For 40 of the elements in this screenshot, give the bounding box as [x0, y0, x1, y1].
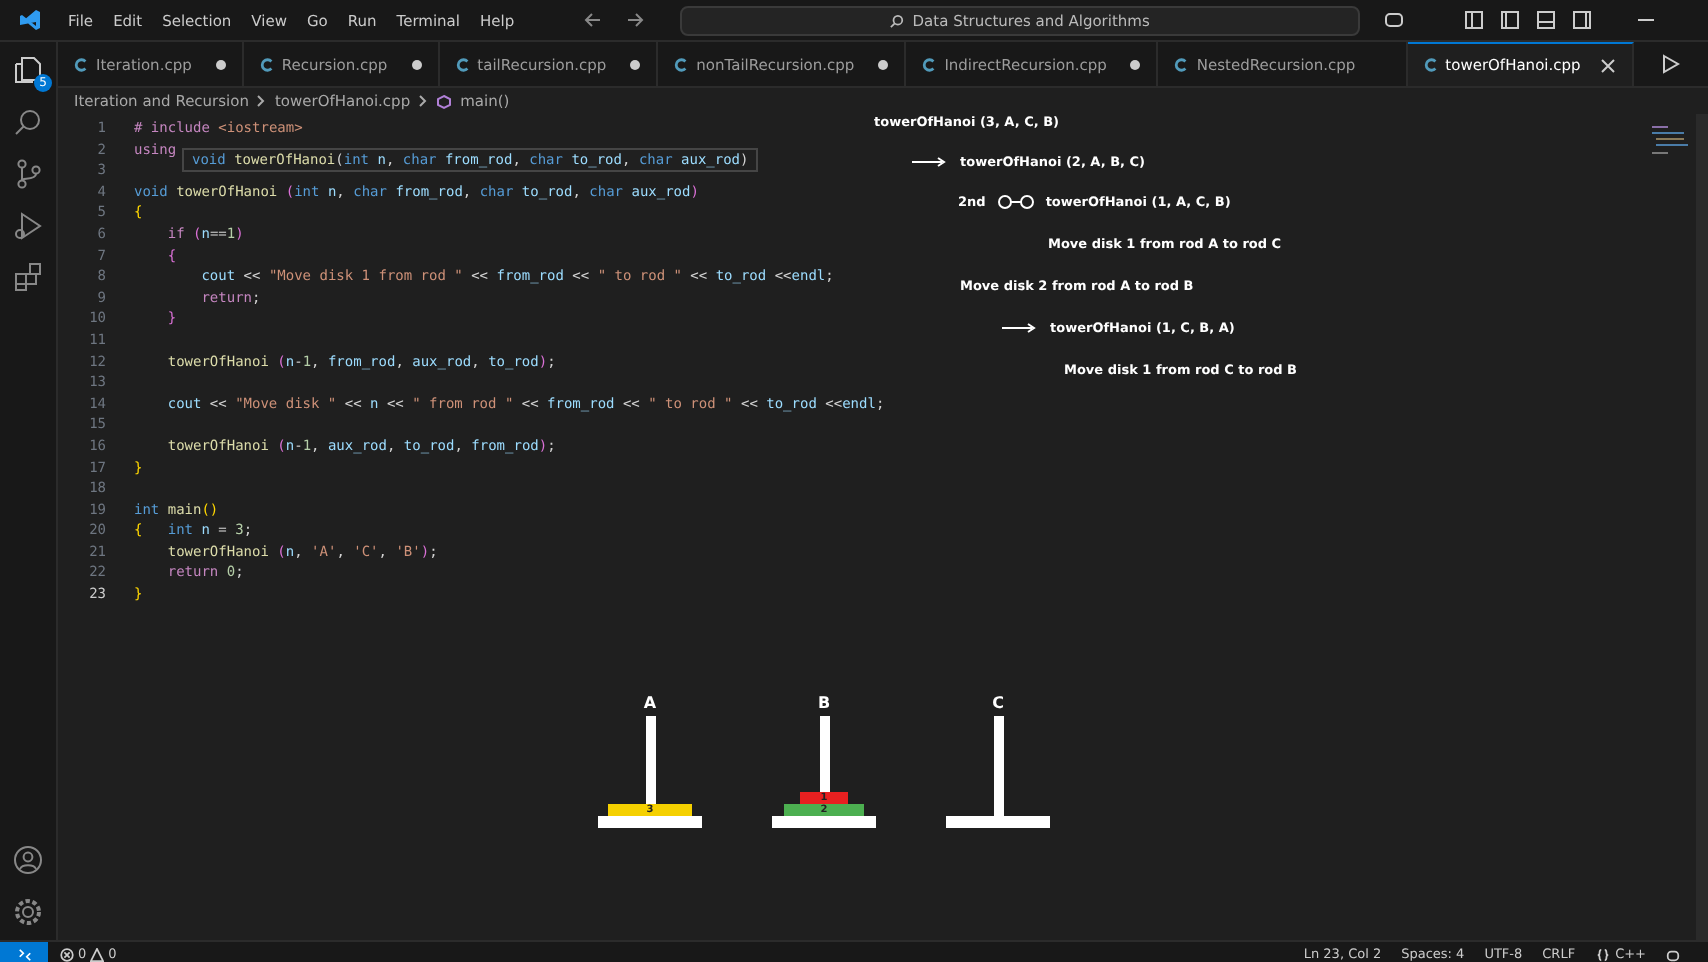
arrow-icon: [1002, 322, 1038, 334]
remote-icon[interactable]: [0, 942, 48, 962]
source-control-icon[interactable]: [12, 158, 44, 190]
cube-icon: [436, 93, 453, 109]
arrow-icon: [912, 156, 948, 168]
warning-icon: [90, 947, 105, 961]
run-icon[interactable]: [1660, 54, 1680, 74]
search-icon[interactable]: [12, 106, 44, 138]
sidebar-toggle-icon[interactable]: [1500, 10, 1521, 30]
rod-label: C: [992, 694, 1004, 712]
account-icon[interactable]: [12, 844, 44, 876]
braces-icon: [1595, 947, 1610, 961]
rod-drawing: [946, 716, 1050, 828]
cpp-file-icon: [259, 57, 274, 71]
cpp-file-icon: [674, 57, 689, 71]
cpp-file-icon: [455, 57, 470, 71]
extensions-icon[interactable]: [12, 262, 44, 294]
step-connector-icon: [997, 194, 1034, 210]
rod-label: A: [643, 694, 657, 712]
chat-icon[interactable]: [1384, 10, 1405, 30]
search-icon: [890, 13, 905, 27]
cpp-file-icon: [74, 57, 88, 71]
forward-arrow-icon[interactable]: [626, 12, 645, 28]
close-icon[interactable]: [1600, 57, 1617, 73]
panel-toggle-icon[interactable]: [1536, 10, 1557, 30]
secondary-sidebar-icon[interactable]: [1572, 10, 1593, 30]
back-arrow-icon[interactable]: [584, 12, 603, 28]
layout-icon[interactable]: [1464, 10, 1485, 30]
settings-icon[interactable]: [12, 896, 44, 928]
cpp-file-icon: [1423, 58, 1438, 72]
error-icon: [60, 947, 74, 961]
minimap: [1652, 126, 1688, 158]
cpp-file-icon: [1174, 57, 1189, 71]
rod-label: B: [817, 694, 831, 712]
copilot-icon[interactable]: [1666, 947, 1680, 961]
chevron-icon: [418, 94, 429, 108]
run-debug-icon[interactable]: [12, 210, 44, 242]
app-logo-icon: [18, 8, 42, 32]
cpp-file-icon: [922, 57, 937, 71]
chevron-icon: [256, 94, 267, 108]
